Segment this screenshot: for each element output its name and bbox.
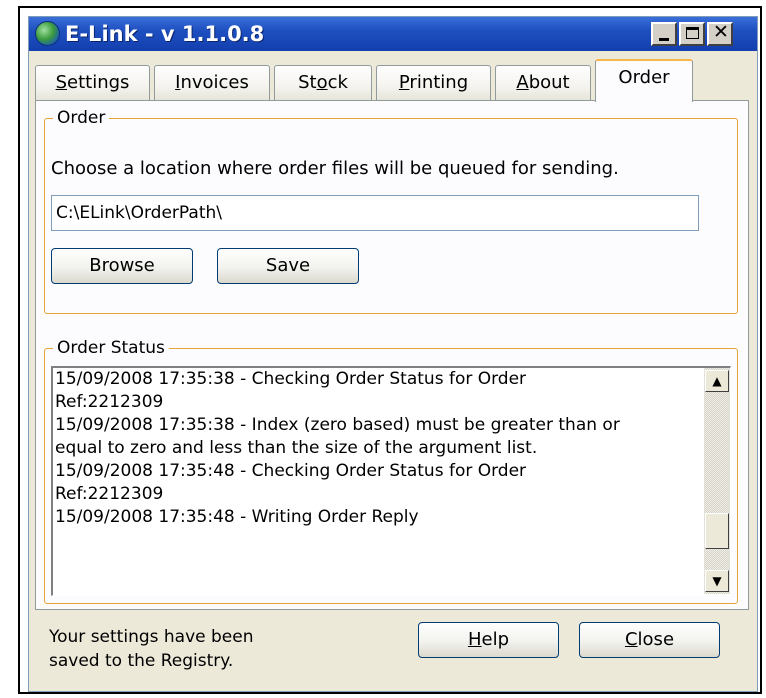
tab-settings[interactable]: Settings — [35, 65, 150, 101]
tab-settings-mnemonic: S — [55, 72, 68, 93]
tab-printing[interactable]: Printing — [376, 65, 491, 101]
tab-invoices-label: nvoices — [180, 72, 249, 93]
tab-order[interactable]: Order — [595, 59, 693, 102]
order-status-log[interactable]: 15/09/2008 17:35:38 - Checking Order Sta… — [51, 366, 731, 596]
arrow-down-icon: ▼ — [712, 574, 722, 588]
tab-order-label: Order — [618, 67, 670, 88]
title-bar[interactable]: E-Link - v 1.1.0.8 ✕ — [29, 17, 757, 51]
order-path-input[interactable]: C:\ELink\OrderPath\ — [51, 195, 699, 231]
scroll-thumb[interactable] — [705, 513, 729, 549]
status-line-2: saved to the Registry. — [49, 651, 234, 671]
tab-strip: Settings Invoices Stock Printing About O… — [29, 57, 757, 102]
log-line: equal to zero and less than the size of … — [55, 438, 538, 458]
scroll-down-button[interactable]: ▼ — [705, 570, 729, 592]
order-status-legend: Order Status — [53, 337, 169, 359]
app-window: E-Link - v 1.1.0.8 ✕ Settings Invoices S… — [28, 16, 758, 692]
log-line: 15/09/2008 17:35:38 - Checking Order Sta… — [55, 369, 527, 389]
order-location-description: Choose a location where order files will… — [51, 158, 619, 179]
help-label: elp — [481, 629, 510, 650]
log-line: Ref:2212309 — [55, 392, 164, 412]
log-line: 15/09/2008 17:35:48 - Checking Order Sta… — [55, 461, 527, 481]
close-window-button[interactable]: ✕ — [707, 22, 733, 46]
minimize-icon — [659, 38, 669, 41]
browse-button[interactable]: Browse — [51, 248, 193, 284]
tab-stock-label-pre: St — [298, 72, 317, 93]
log-line: Ref:2212309 — [55, 484, 164, 504]
order-group-legend: Order — [53, 107, 110, 129]
arrow-up-icon: ▲ — [712, 374, 722, 388]
tab-about[interactable]: About — [495, 65, 591, 101]
order-status-group: Order Status 15/09/2008 17:35:38 - Check… — [44, 337, 738, 604]
maximize-button[interactable] — [679, 22, 705, 46]
log-line: 15/09/2008 17:35:48 - Writing Order Repl… — [55, 507, 419, 527]
minimize-button[interactable] — [651, 22, 677, 46]
close-label: lose — [637, 629, 675, 650]
log-text: 15/09/2008 17:35:38 - Checking Order Sta… — [55, 368, 681, 529]
tab-invoices[interactable]: Invoices — [154, 65, 270, 101]
tab-printing-mnemonic: P — [398, 72, 410, 93]
log-line: 15/09/2008 17:35:38 - Index (zero based)… — [55, 415, 620, 435]
stage: E-Link - v 1.1.0.8 ✕ Settings Invoices S… — [0, 0, 766, 698]
tab-printing-label: rinting — [409, 72, 469, 93]
help-mnemonic: H — [467, 629, 482, 650]
window-title: E-Link - v 1.1.0.8 — [65, 22, 265, 46]
tab-stock[interactable]: Stock — [274, 65, 372, 101]
close-button[interactable]: Close — [579, 622, 720, 658]
save-button[interactable]: Save — [217, 248, 359, 284]
maximize-icon — [686, 27, 699, 39]
order-group: Order Choose a location where order file… — [44, 107, 738, 314]
help-button[interactable]: Help — [418, 622, 559, 658]
status-line-1: Your settings have been — [49, 627, 254, 647]
scroll-up-button[interactable]: ▲ — [705, 370, 729, 392]
log-scrollbar[interactable]: ▲ ▼ — [704, 368, 730, 594]
tab-stock-mnemonic: o — [316, 72, 328, 93]
tab-about-label: bout — [528, 72, 570, 93]
settings-saved-message: Your settings have been saved to the Reg… — [49, 625, 349, 673]
close-icon: ✕ — [713, 21, 729, 43]
tab-stock-label: ck — [327, 72, 348, 93]
tab-about-mnemonic: A — [516, 72, 529, 93]
globe-icon — [35, 21, 60, 46]
close-mnemonic: C — [624, 629, 638, 650]
tab-settings-label: ettings — [67, 72, 130, 93]
order-tab-panel: Order Choose a location where order file… — [35, 100, 749, 610]
